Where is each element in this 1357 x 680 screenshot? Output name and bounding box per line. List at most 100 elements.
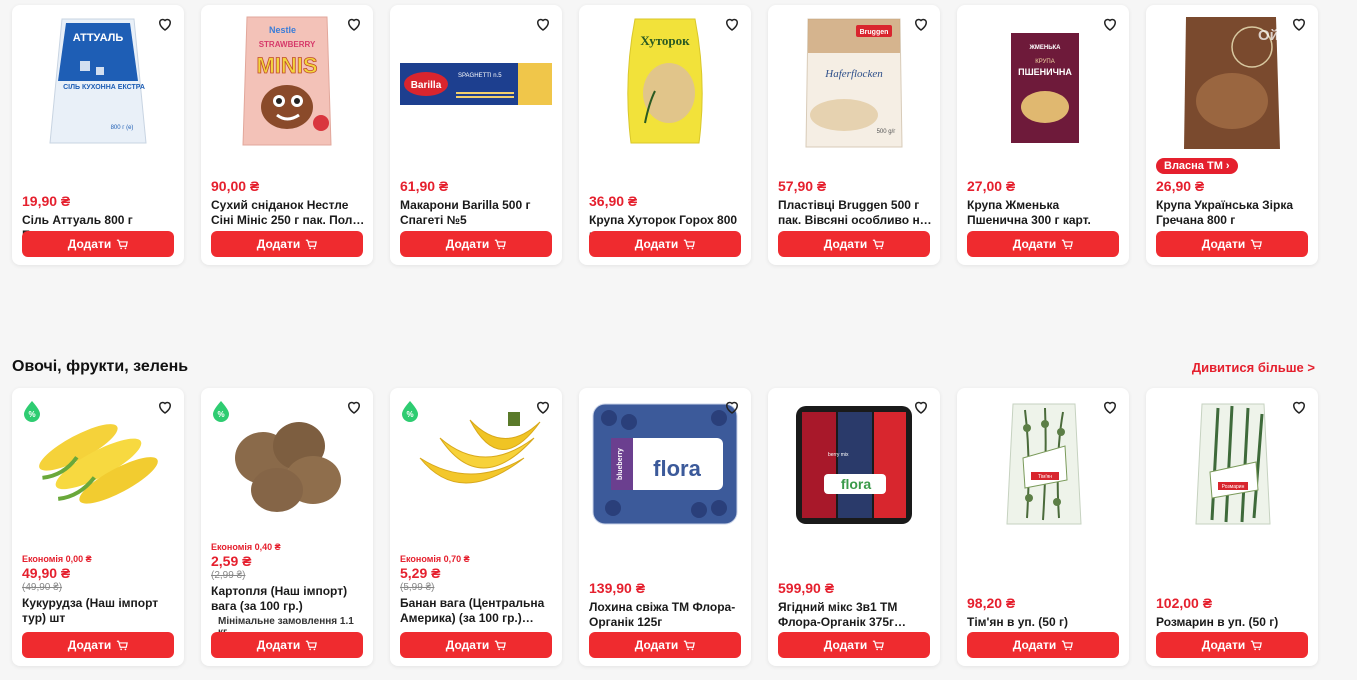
add-to-cart-label: Додати bbox=[1012, 638, 1057, 652]
favorite-heart-icon[interactable] bbox=[912, 15, 930, 33]
add-to-cart-button[interactable]: Додати bbox=[211, 231, 363, 257]
product-price: 2,59 ₴ bbox=[211, 553, 252, 569]
add-to-cart-label: Додати bbox=[823, 237, 868, 251]
product-image-bananas[interactable] bbox=[400, 398, 552, 528]
product-name[interactable]: Картопля (Наш імпорт) вага (за 100 гр.) bbox=[211, 584, 365, 614]
product-image-wheat-groats[interactable]: ЖМЕНЬКА КРУПА ПШЕНИЧНА bbox=[967, 11, 1119, 151]
old-price: (5,99 ₴) bbox=[400, 582, 435, 593]
product-info: 61,90 ₴ Макарони Barilla 500 г Спагеті №… bbox=[400, 178, 554, 228]
cart-icon bbox=[1062, 640, 1074, 650]
product-row-grocery: АТТУАЛЬ СІЛЬ КУХОННА ЕКСТРА 800 г (е) 19… bbox=[12, 5, 1318, 265]
add-to-cart-label: Додати bbox=[67, 237, 112, 251]
add-to-cart-label: Додати bbox=[256, 638, 301, 652]
favorite-heart-icon[interactable] bbox=[534, 15, 552, 33]
add-to-cart-button[interactable]: Додати bbox=[22, 632, 174, 658]
add-to-cart-button[interactable]: Додати bbox=[400, 632, 552, 658]
favorite-heart-icon[interactable] bbox=[1290, 15, 1308, 33]
favorite-heart-icon[interactable] bbox=[912, 398, 930, 416]
product-card[interactable]: Bruggen Haferflocken 500 g/г 57,90 ₴ Пла… bbox=[768, 5, 940, 265]
product-name[interactable]: Кукурудза (Наш імпорт тур) шт bbox=[22, 596, 176, 626]
product-card[interactable]: ЖМЕНЬКА КРУПА ПШЕНИЧНА 27,00 ₴ Крупа Жме… bbox=[957, 5, 1129, 265]
see-more-link[interactable]: Дивитися більше > bbox=[1192, 360, 1315, 375]
product-card[interactable]: Nestle STRAWBERRY MINIS 90,00 ₴ Сухий сн… bbox=[201, 5, 373, 265]
product-image-brand-text: flora bbox=[653, 456, 701, 481]
product-name[interactable]: Макарони Barilla 500 г Спагеті №5 bbox=[400, 198, 554, 228]
favorite-heart-icon[interactable] bbox=[156, 398, 174, 416]
product-name[interactable]: Розмарин в уп. (50 г) bbox=[1156, 615, 1310, 630]
add-to-cart-button[interactable]: Додати bbox=[967, 231, 1119, 257]
favorite-heart-icon[interactable] bbox=[345, 15, 363, 33]
favorite-heart-icon[interactable] bbox=[345, 398, 363, 416]
product-name[interactable]: Пластівці Bruggen 500 г пак. Вівсяні осо… bbox=[778, 198, 932, 228]
own-brand-badge[interactable]: Власна ТМ › bbox=[1156, 158, 1238, 174]
product-image-brand-text: Nestle bbox=[269, 25, 296, 35]
product-image-brand-text: Хуторок bbox=[640, 33, 690, 48]
add-to-cart-button[interactable]: Додати bbox=[778, 632, 930, 658]
add-to-cart-button[interactable]: Додати bbox=[400, 231, 552, 257]
product-image-peas[interactable]: Хуторок bbox=[589, 11, 741, 151]
product-image-potatoes[interactable] bbox=[211, 398, 363, 528]
cart-icon bbox=[495, 239, 507, 249]
add-to-cart-button[interactable]: Додати bbox=[1156, 632, 1308, 658]
product-card[interactable]: % Економія 0,70 ₴ 5,29 ₴ (5,99 ₴) Банан … bbox=[390, 388, 562, 666]
product-card[interactable]: blueberry flora 139,90 ₴ Лохина свіжа ТМ… bbox=[579, 388, 751, 666]
product-name[interactable]: Тім'ян в уп. (50 г) bbox=[967, 615, 1121, 630]
product-name[interactable]: Ягідний мікс 3в1 ТМ Флора-Органік 375г (… bbox=[778, 600, 932, 630]
product-image-weight-text: 500 g/г bbox=[877, 129, 897, 135]
product-card[interactable]: АТТУАЛЬ СІЛЬ КУХОННА ЕКСТРА 800 г (е) 19… bbox=[12, 5, 184, 265]
product-card[interactable]: Ой Ми Власна ТМ › 26,90 ₴ Крупа Українсь… bbox=[1146, 5, 1318, 265]
product-info: Економія 0,70 ₴ 5,29 ₴ (5,99 ₴) Банан ва… bbox=[400, 554, 554, 626]
product-name[interactable]: Сухий сніданок Нестле Сіні Мініс 250 г п… bbox=[211, 198, 365, 228]
product-image-berry-mix[interactable]: flora berry mix bbox=[778, 398, 930, 528]
add-to-cart-label: Додати bbox=[634, 638, 679, 652]
add-to-cart-button[interactable]: Додати bbox=[967, 632, 1119, 658]
add-to-cart-label: Додати bbox=[1201, 638, 1246, 652]
product-image-oat-flakes[interactable]: Bruggen Haferflocken 500 g/г bbox=[778, 11, 930, 151]
product-price: 5,29 ₴ bbox=[400, 565, 441, 581]
product-image-salt[interactable]: АТТУАЛЬ СІЛЬ КУХОННА ЕКСТРА 800 г (е) bbox=[22, 11, 174, 151]
cart-icon bbox=[873, 640, 885, 650]
product-card[interactable]: Розмарин 102,00 ₴ Розмарин в уп. (50 г) … bbox=[1146, 388, 1318, 666]
product-card[interactable]: Barilla SPAGHETTI n.5 61,90 ₴ Макарони B… bbox=[390, 5, 562, 265]
favorite-heart-icon[interactable] bbox=[1290, 398, 1308, 416]
product-image-rosemary[interactable]: Розмарин bbox=[1156, 398, 1308, 528]
add-to-cart-button[interactable]: Додати bbox=[22, 231, 174, 257]
favorite-heart-icon[interactable] bbox=[156, 15, 174, 33]
product-card[interactable]: Хуторок 36,90 ₴ Крупа Хуторок Горох 800 … bbox=[579, 5, 751, 265]
product-card[interactable]: Тім'ян 98,20 ₴ Тім'ян в уп. (50 г) Додат… bbox=[957, 388, 1129, 666]
product-image-label-text: STRAWBERRY bbox=[259, 40, 316, 49]
old-price: (2,99 ₴) bbox=[211, 570, 246, 581]
product-card[interactable]: flora berry mix 599,90 ₴ Ягідний мікс 3в… bbox=[768, 388, 940, 666]
product-image-blueberries[interactable]: blueberry flora bbox=[589, 398, 741, 528]
add-to-cart-button[interactable]: Додати bbox=[1156, 231, 1308, 257]
cart-icon bbox=[684, 239, 696, 249]
product-info: 102,00 ₴ Розмарин в уп. (50 г) bbox=[1156, 595, 1310, 630]
product-image-label-text: blueberry bbox=[617, 448, 624, 480]
own-brand-badge-label: Власна ТМ bbox=[1164, 160, 1223, 172]
add-to-cart-button[interactable]: Додати bbox=[589, 231, 741, 257]
add-to-cart-button[interactable]: Додати bbox=[211, 632, 363, 658]
product-name[interactable]: Крупа Жменька Пшенична 300 г карт. bbox=[967, 198, 1121, 228]
add-to-cart-button[interactable]: Додати bbox=[778, 231, 930, 257]
product-name[interactable]: Крупа Українська Зірка Гречана 800 г bbox=[1156, 198, 1310, 228]
product-info: Економія 0,40 ₴ 2,59 ₴ (2,99 ₴) Картопля… bbox=[211, 542, 365, 638]
product-name[interactable]: Банан вага (Центральна Америка) (за 100 … bbox=[400, 596, 554, 626]
product-image-brand-text: Barilla bbox=[411, 80, 442, 91]
favorite-heart-icon[interactable] bbox=[723, 398, 741, 416]
favorite-heart-icon[interactable] bbox=[1101, 398, 1119, 416]
favorite-heart-icon[interactable] bbox=[1101, 15, 1119, 33]
product-image-thyme[interactable]: Тім'ян bbox=[967, 398, 1119, 528]
add-to-cart-button[interactable]: Додати bbox=[589, 632, 741, 658]
product-image-label-text: SPAGHETTI n.5 bbox=[458, 73, 502, 79]
favorite-heart-icon[interactable] bbox=[534, 398, 552, 416]
product-image-corn[interactable] bbox=[22, 398, 174, 528]
product-image-cereal[interactable]: Nestle STRAWBERRY MINIS bbox=[211, 11, 363, 151]
cart-icon bbox=[873, 239, 885, 249]
product-price: 139,90 ₴ bbox=[589, 580, 646, 596]
favorite-heart-icon[interactable] bbox=[723, 15, 741, 33]
product-card[interactable]: % Економія 0,00 ₴ 49,90 ₴ (49,90 ₴) Куку… bbox=[12, 388, 184, 666]
product-name[interactable]: Лохина свіжа ТМ Флора-Органік 125г bbox=[589, 600, 743, 630]
product-image-pasta[interactable]: Barilla SPAGHETTI n.5 bbox=[400, 11, 552, 151]
product-card[interactable]: % Економія 0,40 ₴ 2,59 ₴ (2,99 ₴) Картоп… bbox=[201, 388, 373, 666]
savings-label: Економія 0,00 ₴ bbox=[22, 554, 92, 564]
